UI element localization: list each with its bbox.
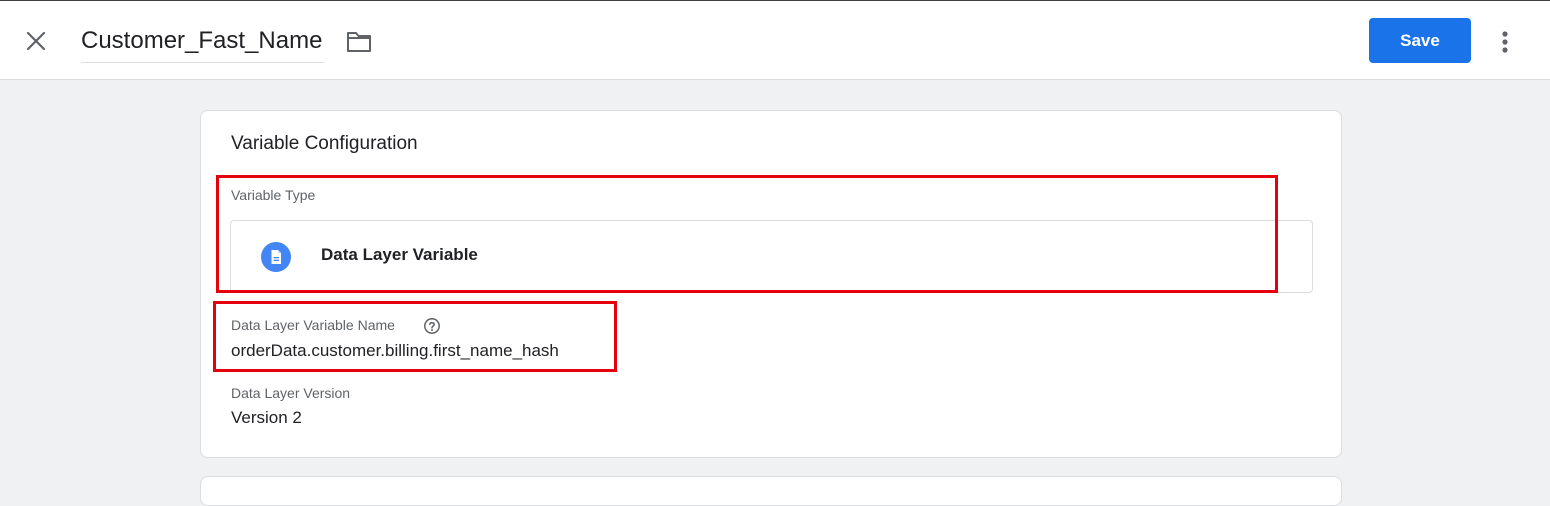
- more-options-button[interactable]: [1495, 27, 1515, 57]
- save-button[interactable]: Save: [1369, 18, 1471, 63]
- editor-header: Customer_Fast_Name Save: [0, 1, 1550, 80]
- data-layer-version-label: Data Layer Version: [231, 385, 351, 401]
- folder-icon: [347, 32, 371, 52]
- folder-button[interactable]: [345, 29, 373, 55]
- variable-name-highlight: [213, 301, 617, 372]
- data-layer-version-value: Version 2: [231, 408, 302, 427]
- close-icon: [26, 31, 46, 51]
- variable-name-field[interactable]: Customer_Fast_Name: [81, 23, 325, 63]
- close-button[interactable]: [22, 27, 50, 55]
- variable-title: Customer_Fast_Name: [81, 27, 323, 54]
- more-vert-icon: [1502, 31, 1508, 53]
- card-title: Variable Configuration: [231, 133, 418, 154]
- next-section-card: [200, 476, 1342, 506]
- variable-type-highlight: [216, 175, 1278, 293]
